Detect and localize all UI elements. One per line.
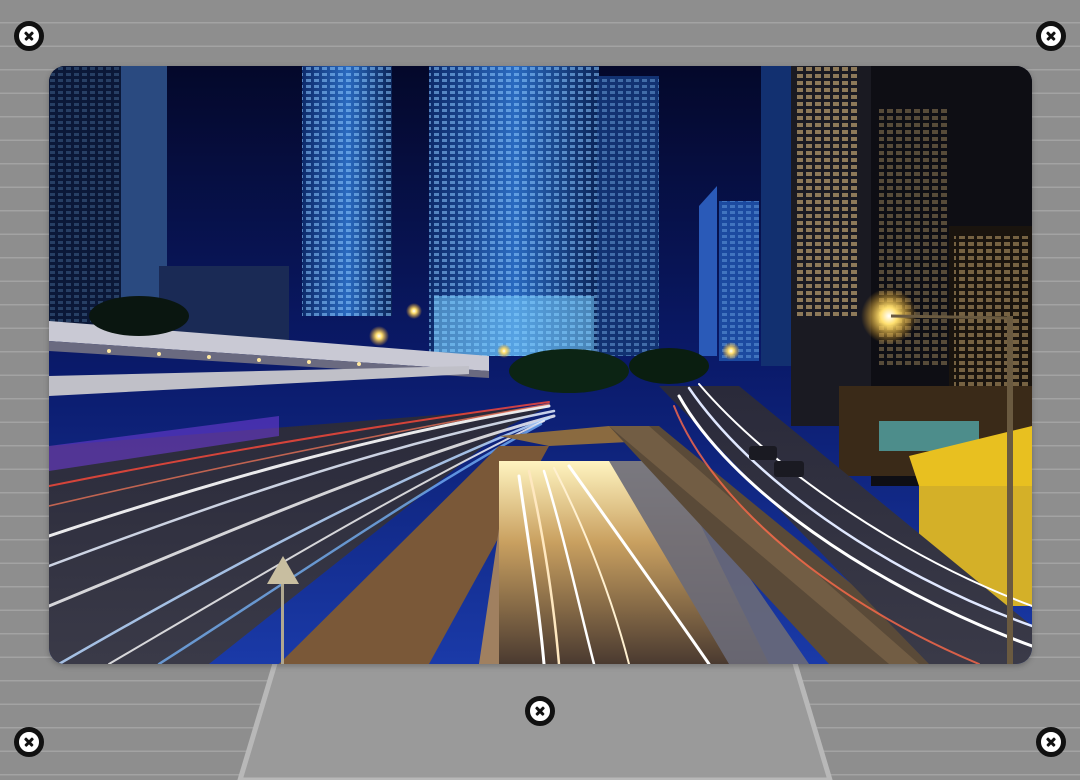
close-icon[interactable] xyxy=(1036,727,1066,757)
close-icon[interactable] xyxy=(14,21,44,51)
city-night-photo xyxy=(49,66,1032,664)
close-icon[interactable] xyxy=(14,727,44,757)
close-icon[interactable] xyxy=(525,696,555,726)
close-icon[interactable] xyxy=(1036,21,1066,51)
photo-frame xyxy=(49,66,1032,664)
